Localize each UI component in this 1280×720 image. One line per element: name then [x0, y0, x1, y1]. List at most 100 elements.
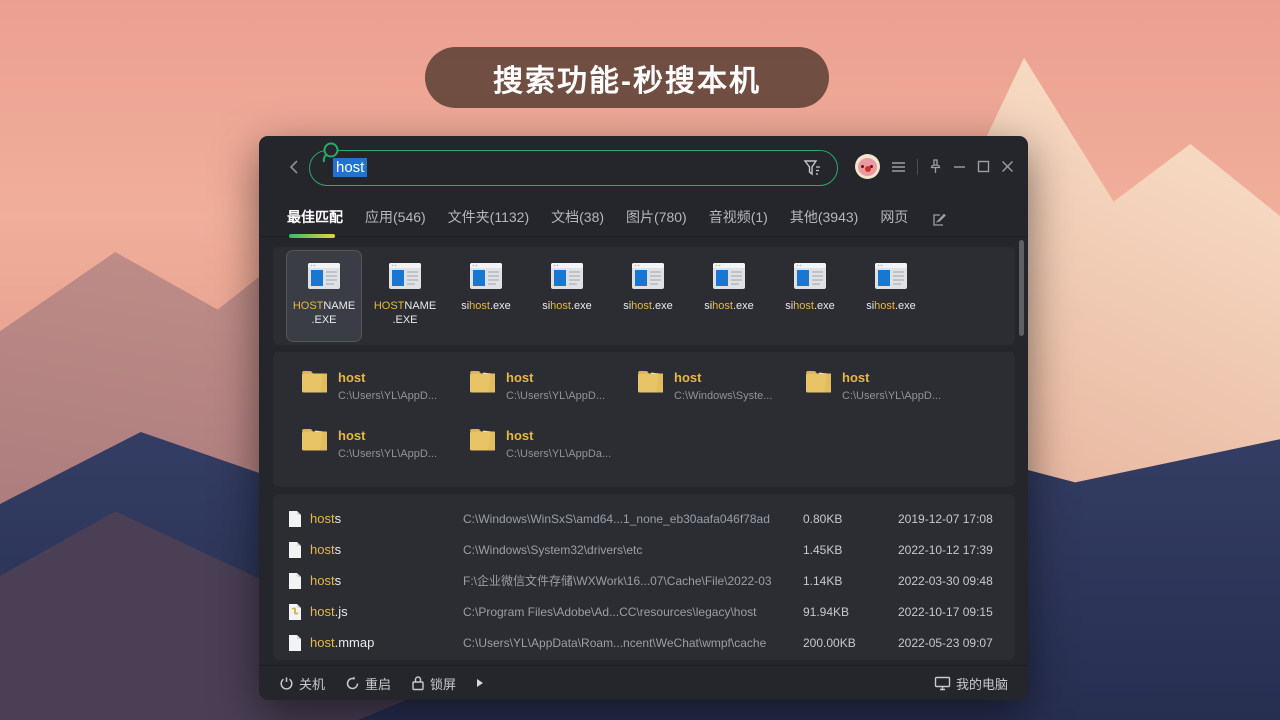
app-exe-icon [874, 262, 908, 290]
scrollbar-thumb[interactable] [1019, 240, 1024, 336]
file-size: 1.14KB [803, 574, 898, 588]
banner-title: 搜索功能-秒搜本机 [493, 56, 761, 100]
app-exe-icon [712, 262, 746, 290]
app-result-0[interactable]: HOSTNAME .EXE [287, 251, 361, 341]
folder-name: host [506, 370, 605, 385]
folder-name: host [506, 428, 611, 443]
tab-1[interactable]: 应用(546) [365, 207, 426, 229]
header-separator [917, 159, 918, 175]
file-date: 2022-03-30 09:48 [898, 574, 1015, 588]
feedback-edit-icon[interactable] [932, 212, 947, 227]
folder-result-5[interactable]: host C:\Users\YL\AppDa... [469, 427, 637, 485]
app-exe-icon [550, 262, 584, 290]
file-icon [288, 541, 302, 559]
file-size: 200.00KB [803, 636, 898, 650]
folder-icon [301, 427, 329, 452]
file-result-0[interactable]: hosts C:\Windows\WinSxS\amd64...1_none_e… [273, 503, 1015, 534]
folder-result-1[interactable]: host C:\Users\YL\AppD... [469, 369, 637, 427]
folder-path: C:\Users\YL\AppDa... [506, 448, 611, 460]
active-tab-underline [289, 234, 335, 238]
app-result-7[interactable]: sihost.exe [854, 251, 928, 341]
file-date: 2022-10-17 09:15 [898, 605, 1015, 619]
app-result-label: sihost.exe [785, 299, 835, 313]
shutdown-button[interactable]: 关机 [279, 674, 325, 693]
app-exe-icon [388, 262, 422, 290]
file-path: C:\Users\YL\AppData\Roam...ncent\WeChat\… [463, 636, 803, 650]
search-window: host [259, 136, 1028, 700]
tab-0[interactable]: 最佳匹配 [287, 207, 343, 229]
file-name: host.mmap [310, 635, 463, 650]
footer-bar: 关机 重启 锁屏 我的电脑 [259, 665, 1028, 700]
best-match-apps-card: HOSTNAME .EXE HOSTNAME .EXE sihost.exe s… [273, 247, 1015, 345]
menu-icon[interactable] [891, 161, 906, 173]
file-results-card: hosts C:\Windows\WinSxS\amd64...1_none_e… [273, 494, 1015, 660]
app-result-3[interactable]: sihost.exe [530, 251, 604, 341]
tab-bar: 最佳匹配应用(546) 文件夹(1132) 文档(38) 图片(780) 音视频(1) 其… [259, 200, 1028, 237]
file-path: C:\Windows\System32\drivers\etc [463, 543, 803, 557]
minimize-button[interactable] [953, 160, 966, 173]
folder-path: C:\Windows\Syste... [674, 390, 772, 402]
folder-icon [637, 369, 665, 394]
search-box[interactable]: host [309, 150, 838, 186]
back-button[interactable] [285, 156, 303, 178]
file-size: 0.80KB [803, 512, 898, 526]
app-result-label: HOSTNAME .EXE [293, 299, 355, 327]
folder-result-0[interactable]: host C:\Users\YL\AppD... [301, 369, 469, 427]
file-size: 1.45KB [803, 543, 898, 557]
file-result-3[interactable]: host.js C:\Program Files\Adobe\Ad...CC\r… [273, 596, 1015, 627]
file-icon [288, 572, 302, 590]
app-result-label: sihost.exe [866, 299, 916, 313]
app-result-label: sihost.exe [542, 299, 592, 313]
file-date: 2022-05-23 09:07 [898, 636, 1015, 650]
folder-path: C:\Users\YL\AppD... [338, 390, 437, 402]
app-exe-icon [307, 262, 341, 290]
tab-7[interactable]: 网页 [880, 207, 908, 229]
folder-icon [301, 369, 329, 394]
my-computer-button[interactable]: 我的电脑 [934, 674, 1008, 693]
folder-icon [469, 369, 497, 394]
tab-3[interactable]: 文档(38) [551, 207, 604, 229]
tab-5[interactable]: 音视频(1) [709, 207, 768, 229]
tab-6[interactable]: 其他(3943) [790, 207, 858, 229]
lock-screen-button[interactable]: 锁屏 [411, 674, 456, 693]
app-result-5[interactable]: sihost.exe [692, 251, 766, 341]
app-result-2[interactable]: sihost.exe [449, 251, 523, 341]
file-icon [288, 634, 302, 652]
file-result-4[interactable]: host.mmap C:\Users\YL\AppData\Roam...nce… [273, 627, 1015, 658]
tab-4[interactable]: 图片(780) [626, 207, 687, 229]
file-result-1[interactable]: hosts C:\Windows\System32\drivers\etc 1.… [273, 534, 1015, 565]
file-name: hosts [310, 573, 463, 588]
computer-icon [934, 676, 951, 691]
app-result-1[interactable]: HOSTNAME .EXE [368, 251, 442, 341]
filter-icon[interactable] [803, 159, 823, 177]
file-name: hosts [310, 511, 463, 526]
title-banner: 搜索功能-秒搜本机 [425, 47, 829, 108]
folder-result-2[interactable]: host C:\Windows\Syste... [637, 369, 805, 427]
app-result-4[interactable]: sihost.exe [611, 251, 685, 341]
tab-2[interactable]: 文件夹(1132) [448, 207, 529, 229]
restart-icon [345, 676, 360, 691]
file-name: host.js [310, 604, 463, 619]
app-result-label: sihost.exe [704, 299, 754, 313]
app-result-6[interactable]: sihost.exe [773, 251, 847, 341]
user-avatar[interactable] [855, 154, 880, 179]
app-result-label: HOSTNAME .EXE [374, 299, 436, 327]
restart-button[interactable]: 重启 [345, 674, 391, 693]
folder-icon [469, 427, 497, 452]
folder-result-4[interactable]: host C:\Users\YL\AppD... [301, 427, 469, 485]
app-exe-icon [631, 262, 665, 290]
close-button[interactable] [1001, 160, 1014, 173]
pin-icon[interactable] [929, 159, 942, 174]
power-icon [279, 676, 294, 691]
expand-arrow-icon[interactable] [476, 678, 484, 688]
file-date: 2022-10-12 17:39 [898, 543, 1015, 557]
app-result-label: sihost.exe [461, 299, 511, 313]
file-result-2[interactable]: hosts F:\企业微信文件存储\WXWork\16...07\Cache\F… [273, 565, 1015, 596]
folder-result-3[interactable]: host C:\Users\YL\AppD... [805, 369, 973, 427]
folder-name: host [674, 370, 772, 385]
folder-name: host [338, 370, 437, 385]
app-exe-icon [469, 262, 503, 290]
search-input[interactable]: host [333, 158, 367, 177]
maximize-button[interactable] [977, 160, 990, 173]
folder-icon [805, 369, 833, 394]
